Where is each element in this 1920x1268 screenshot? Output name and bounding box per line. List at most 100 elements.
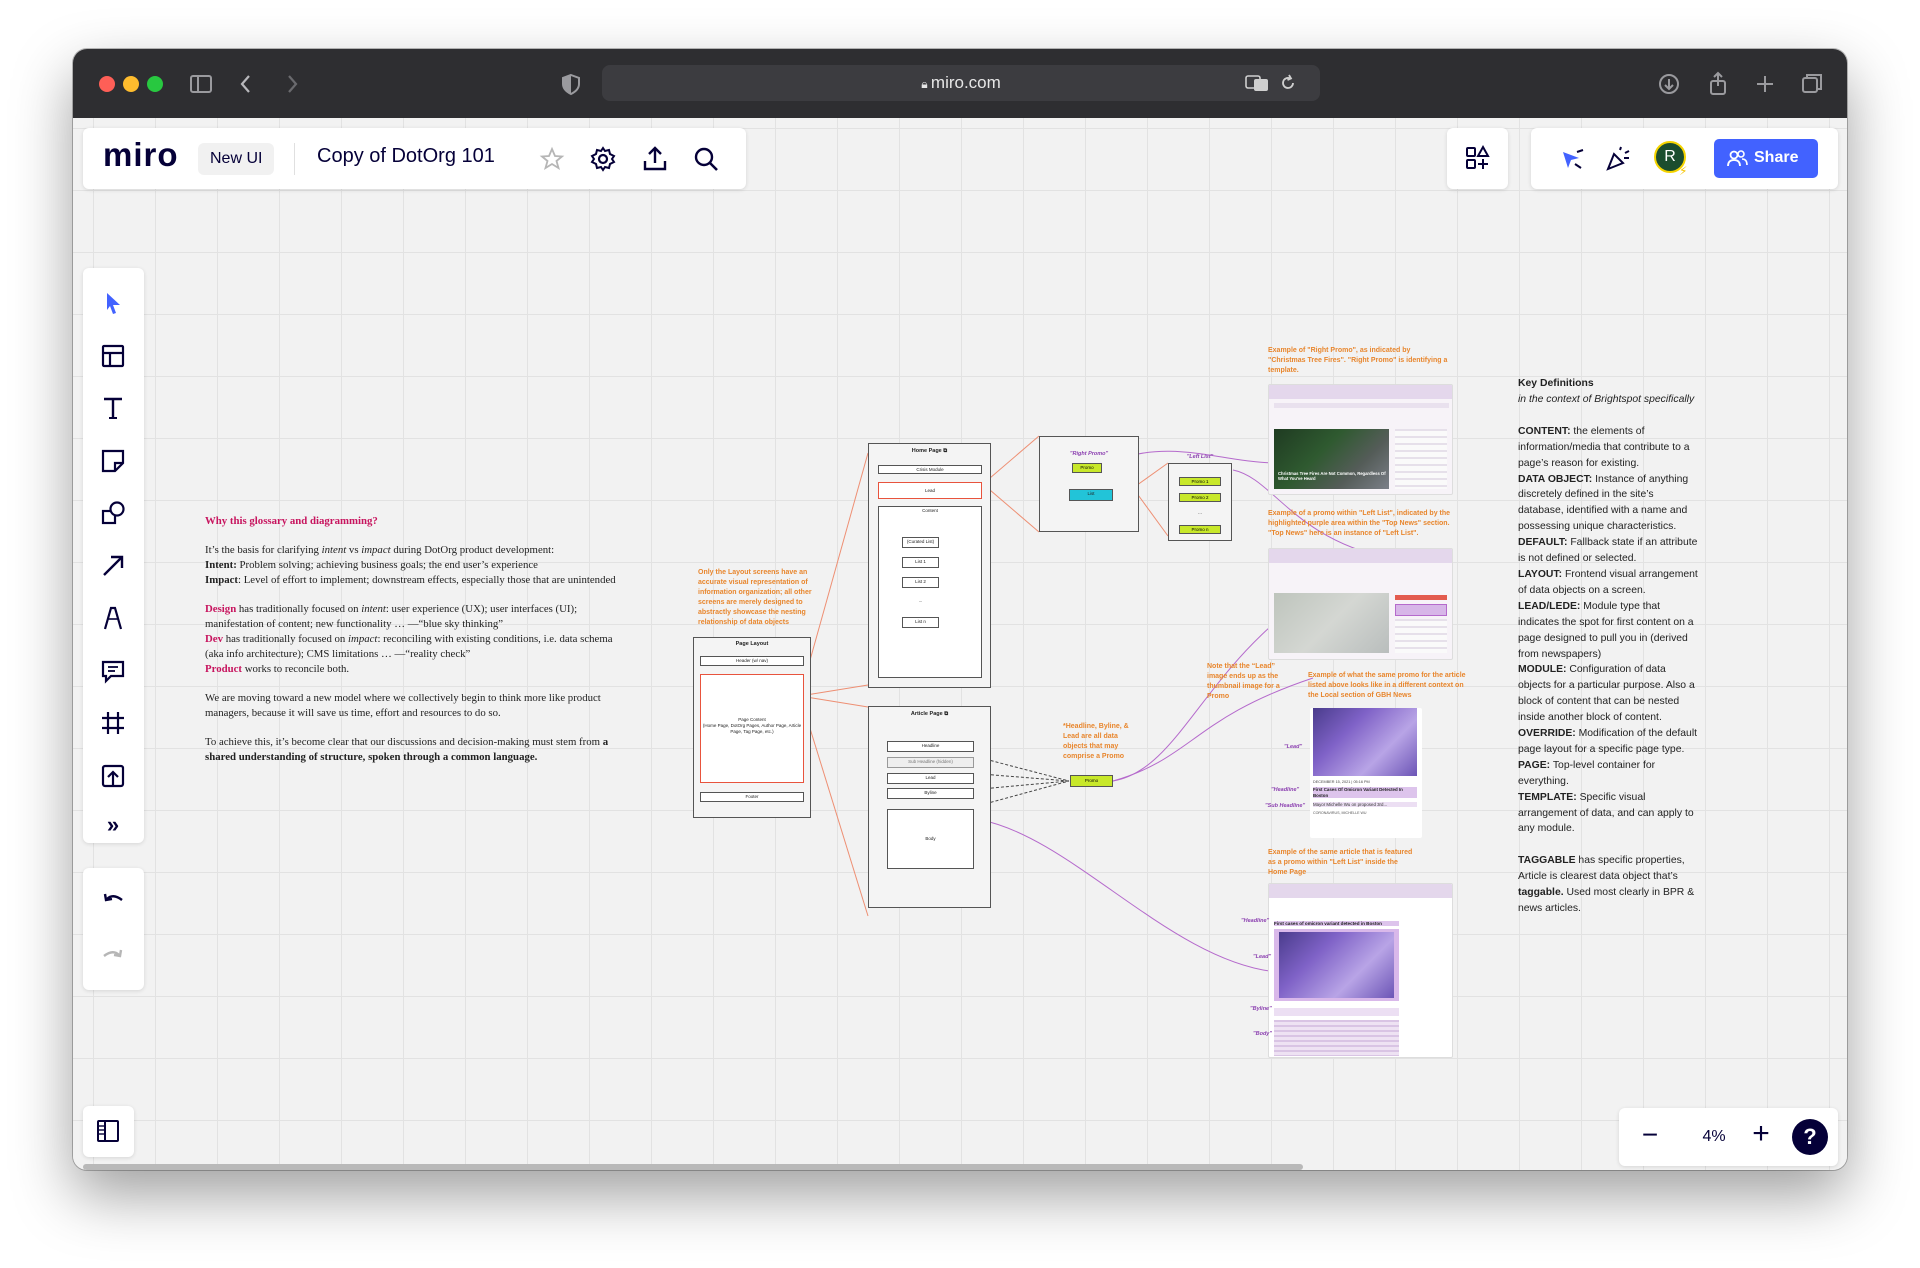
celebrate-icon[interactable] (1603, 144, 1633, 174)
undo-redo-panel (83, 868, 144, 990)
screenshot-local-promo[interactable]: DECEMBER 15, 2021 | 05:16 PM First Cases… (1310, 708, 1422, 838)
download-icon[interactable] (1654, 69, 1684, 99)
right-promo-promo: Promo (1072, 463, 1102, 473)
page-layout-title: Page Layout (735, 641, 769, 647)
sidebar-toggle-icon[interactable] (186, 69, 216, 99)
definitions-list: CONTENT: the elements of information/med… (1518, 424, 1698, 838)
text-icon[interactable] (98, 393, 128, 423)
definition-item: OVERRIDE: Modification of the default pa… (1518, 728, 1698, 755)
intro-paragraph-2: Design has traditionally focused on inte… (205, 603, 613, 675)
board-header-panel: miro New UI Copy of DotOrg 101 (83, 128, 746, 189)
horizontal-scrollbar[interactable] (83, 1164, 1303, 1170)
miro-logo[interactable]: miro (103, 136, 179, 174)
intro-text-block[interactable]: Why this glossary and diagramming? It’s … (205, 514, 625, 779)
tag-lead-3: "Lead" (1284, 744, 1303, 750)
article-lead: Lead (887, 773, 974, 784)
example-note-3[interactable]: Example of what the same promo for the a… (1308, 671, 1468, 701)
tag-sub-headline-3: "Sub Headline" (1265, 803, 1306, 809)
omicron-image (1313, 708, 1417, 776)
zoom-out-button[interactable]: − (1637, 1118, 1663, 1152)
lightning-icon: ⚡︎ (1679, 164, 1688, 178)
close-window-button[interactable] (99, 76, 115, 92)
search-icon[interactable] (691, 144, 721, 174)
definition-item: MODULE: Configuration of data objects fo… (1518, 664, 1695, 724)
forward-icon[interactable] (277, 69, 307, 99)
help-button[interactable]: ? (1792, 1119, 1828, 1155)
share-button[interactable]: Share (1714, 139, 1818, 178)
translate-icon[interactable] (1245, 73, 1269, 93)
new-tab-icon[interactable] (1750, 69, 1780, 99)
definition-taggable: TAGGABLE has specific properties, Articl… (1518, 855, 1695, 915)
frames-list-icon[interactable] (93, 1116, 123, 1146)
lead-thumbnail-note[interactable]: Note that the “Lead” image ends up as th… (1207, 662, 1297, 702)
left-list-item: ... (1198, 510, 1202, 515)
key-definitions[interactable]: Key Definitions in the context of Bright… (1518, 376, 1698, 917)
left-list-box[interactable]: "Left List" Promo 1 Promo 2... Promo n (1168, 454, 1232, 541)
promo-note[interactable]: *Headline, Byline, & Lead are all data o… (1063, 722, 1143, 762)
home-page-box[interactable]: Home Page ⧉ Crisis Module Lead Content (… (868, 443, 991, 688)
back-icon[interactable] (231, 69, 261, 99)
example-note-4[interactable]: Example of the same article that is feat… (1268, 848, 1418, 878)
screenshot3-headline: First Cases Of Omicron Variant Detected … (1313, 787, 1417, 798)
example-note-1[interactable]: Example of "Right Promo", as indicated b… (1268, 346, 1448, 376)
layout-note[interactable]: Only the Layout screens have an accurate… (698, 568, 826, 628)
right-promo-label: "Right Promo" (1069, 451, 1109, 457)
share-sheet-icon[interactable] (1703, 69, 1733, 99)
definition-item: TEMPLATE: Specific visual arrangement of… (1518, 791, 1694, 835)
undo-icon[interactable] (98, 886, 128, 916)
shield-icon[interactable] (556, 69, 586, 99)
tab-overview-icon[interactable] (1797, 69, 1827, 99)
screenshot-left-list[interactable] (1268, 548, 1453, 660)
frame-icon[interactable] (98, 708, 128, 738)
divider (294, 143, 295, 175)
promo-box[interactable]: Promo (1070, 775, 1113, 787)
example-note-2[interactable]: Example of a promo within "Left List", i… (1268, 509, 1458, 539)
board-canvas[interactable]: miro New UI Copy of DotOrg 101 R ⚡︎ Shar… (73, 118, 1847, 1170)
article-page-box[interactable]: Article Page ⧉ Headline Sub Headline (hi… (868, 706, 991, 908)
home-list-item: (Curated List) (902, 537, 939, 548)
redo-icon[interactable] (98, 942, 128, 972)
comment-icon[interactable] (98, 656, 128, 686)
connection-line-icon[interactable] (98, 551, 128, 581)
tag-byline-4: "Byline" (1250, 1006, 1272, 1012)
minimize-window-button[interactable] (123, 76, 139, 92)
cursor-arrow-icon[interactable] (1557, 144, 1587, 174)
home-list-item: List 1 (902, 557, 939, 568)
new-ui-badge[interactable]: New UI (198, 143, 275, 175)
screenshot3-date: DECEMBER 15, 2021 | 05:16 PM (1313, 780, 1370, 784)
intro-paragraph-1: It’s the basis for clarifying intent vs … (205, 544, 616, 586)
browser-titlebar: 🔒︎ miro.com (73, 49, 1847, 118)
templates-icon[interactable] (98, 341, 128, 371)
tag-body-4: "Body" (1253, 1031, 1272, 1037)
sticky-note-icon[interactable] (98, 446, 128, 476)
definition-item: DEFAULT: Fallback state if an attribute … (1518, 537, 1698, 565)
zoom-window-button[interactable] (147, 76, 163, 92)
address-bar[interactable]: 🔒︎ miro.com (602, 65, 1320, 101)
lock-icon: 🔒︎ (921, 77, 931, 91)
shapes-icon[interactable] (98, 498, 128, 528)
browser-window: 🔒︎ miro.com miro New UI Copy of DotOrg 1… (73, 49, 1847, 1170)
board-title[interactable]: Copy of DotOrg 101 (317, 145, 495, 168)
article-page-title: Article Page ⧉ (910, 711, 949, 717)
gear-icon[interactable] (588, 144, 618, 174)
pen-icon[interactable] (98, 603, 128, 633)
zoom-level[interactable]: 4% (1689, 1128, 1739, 1146)
screenshot-right-promo[interactable]: Christmas Tree Fires Are Not Common, Reg… (1268, 384, 1453, 495)
select-cursor-icon[interactable] (98, 288, 128, 318)
screenshot3-subheadline: Mayor Michelle Wu on proposed 3rd... (1313, 802, 1417, 807)
apps-icon[interactable] (1462, 143, 1492, 173)
right-promo-box[interactable]: "Right Promo" Promo List (1039, 436, 1139, 532)
tag-lead-4: "Lead" (1253, 954, 1272, 960)
screenshot-article[interactable]: First cases of omicron variant detected … (1268, 883, 1453, 1058)
page-layout-box[interactable]: Page Layout Header (w/ nav) Page Content… (693, 637, 811, 818)
upload-icon[interactable] (98, 761, 128, 791)
star-icon[interactable] (537, 144, 567, 174)
intro-heading: Why this glossary and diagramming? (205, 515, 378, 527)
left-list-item: Promo 2 (1179, 493, 1221, 502)
zoom-in-button[interactable]: + (1748, 1117, 1774, 1151)
apps-panel (1447, 128, 1508, 189)
reload-icon[interactable] (1278, 73, 1298, 93)
more-tools-button[interactable]: » (98, 813, 128, 837)
left-list-label: "Left List" (1186, 454, 1214, 460)
export-icon[interactable] (640, 144, 670, 174)
